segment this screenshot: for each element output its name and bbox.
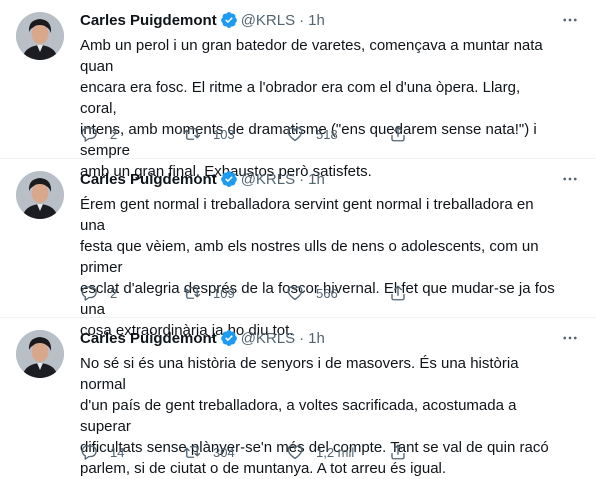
retweet-icon <box>183 128 201 140</box>
timestamp[interactable]: 1h <box>308 330 325 347</box>
author-name[interactable]: Carles Puigdemont <box>80 12 217 29</box>
retweet-count: 109 <box>213 285 235 301</box>
like-button[interactable]: 566 <box>286 284 389 302</box>
tweet-actions: 2 103 518 <box>80 124 582 144</box>
tweet[interactable]: Carles Puigdemont @KRLS · 1h Amb un pero… <box>0 0 596 180</box>
retweet-button[interactable]: 304 <box>183 443 286 461</box>
tweet-actions: 2 109 566 <box>80 283 582 303</box>
share-icon <box>391 444 405 460</box>
more-dots-icon[interactable] <box>558 326 582 350</box>
separator-dot: · <box>299 170 305 188</box>
heart-icon <box>287 127 303 142</box>
more-dots-icon[interactable] <box>558 167 582 191</box>
author-handle[interactable]: @KRLS <box>241 12 295 29</box>
retweet-count: 304 <box>213 444 235 460</box>
separator-dot: · <box>299 11 305 29</box>
verified-badge-icon <box>220 11 238 29</box>
reply-icon <box>81 445 97 460</box>
timestamp[interactable]: 1h <box>308 171 325 188</box>
like-count: 1,2 mil <box>316 444 355 460</box>
author-name[interactable]: Carles Puigdemont <box>80 330 217 347</box>
avatar[interactable] <box>16 12 64 60</box>
tweet-content: Carles Puigdemont @KRLS · 1h Amb un pero… <box>80 10 582 182</box>
reply-button[interactable]: 14 <box>80 443 183 461</box>
retweet-icon <box>183 446 201 458</box>
tweet[interactable]: Carles Puigdemont @KRLS · 1h No sé si és… <box>0 318 596 478</box>
like-count: 518 <box>316 126 338 142</box>
share-button[interactable] <box>389 284 419 302</box>
author-handle[interactable]: @KRLS <box>241 330 295 347</box>
reply-count: 2 <box>110 126 118 142</box>
reply-button[interactable]: 2 <box>80 125 183 143</box>
tweet-header: Carles Puigdemont @KRLS · 1h <box>80 10 582 30</box>
reply-icon <box>81 127 97 142</box>
more-dots-icon[interactable] <box>558 8 582 32</box>
retweet-button[interactable]: 109 <box>183 284 286 302</box>
reply-count: 2 <box>110 285 118 301</box>
verified-badge-icon <box>220 329 238 347</box>
author-name[interactable]: Carles Puigdemont <box>80 171 217 188</box>
reply-count: 14 <box>110 444 125 460</box>
author-handle[interactable]: @KRLS <box>241 171 295 188</box>
timestamp[interactable]: 1h <box>308 12 325 29</box>
tweet-content: Carles Puigdemont @KRLS · 1h Érem gent n… <box>80 169 582 341</box>
like-button[interactable]: 518 <box>286 125 389 143</box>
verified-badge-icon <box>220 170 238 188</box>
heart-icon <box>287 445 303 460</box>
reply-button[interactable]: 2 <box>80 284 183 302</box>
share-button[interactable] <box>389 125 419 143</box>
tweet-header: Carles Puigdemont @KRLS · 1h <box>80 328 582 348</box>
tweet-header: Carles Puigdemont @KRLS · 1h <box>80 169 582 189</box>
tweet-feed: Carles Puigdemont @KRLS · 1h Amb un pero… <box>0 0 596 478</box>
avatar[interactable] <box>16 171 64 219</box>
retweet-icon <box>183 287 201 299</box>
separator-dot: · <box>299 329 305 347</box>
share-icon <box>391 285 405 301</box>
share-button[interactable] <box>389 443 419 461</box>
heart-icon <box>287 286 303 301</box>
tweet-actions: 14 304 1,2 mil <box>80 442 582 462</box>
reply-icon <box>81 286 97 301</box>
share-icon <box>391 126 405 142</box>
tweet[interactable]: Carles Puigdemont @KRLS · 1h Érem gent n… <box>0 159 596 339</box>
like-count: 566 <box>316 285 338 301</box>
like-button[interactable]: 1,2 mil <box>286 443 389 461</box>
retweet-button[interactable]: 103 <box>183 125 286 143</box>
avatar[interactable] <box>16 330 64 378</box>
retweet-count: 103 <box>213 126 235 142</box>
